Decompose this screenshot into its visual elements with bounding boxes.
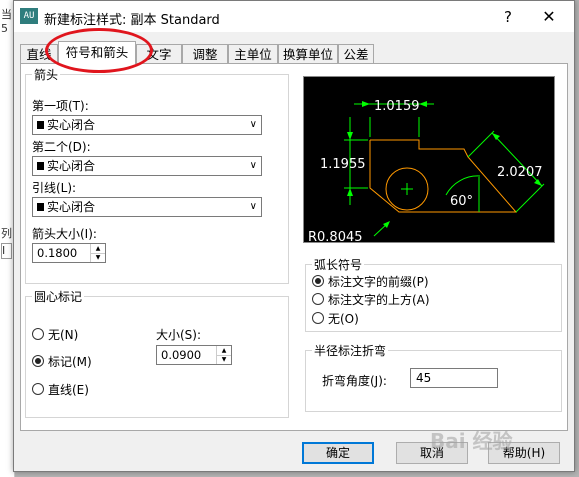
center-none-label: 无(N) (48, 328, 79, 342)
chevron-down-icon: ∨ (249, 201, 257, 212)
center-line-label: 直线(E) (48, 383, 89, 397)
dim-text-slant: 2.0207 (497, 165, 543, 180)
part-outline (369, 139, 518, 213)
leader-arrow-value: 实心闭合 (47, 200, 96, 214)
dim-text-top: 1.0159 (374, 99, 420, 114)
arrow-swatch-icon (37, 162, 44, 170)
arrow-icon (534, 179, 542, 186)
group-title: 弧长符号 (312, 256, 365, 273)
dim-text-radius: R0.8045 (308, 230, 363, 243)
second-arrow-label: 第二个(D): (32, 140, 91, 154)
preview-canvas: 1.0159 1.1955 2.0207 60° R0.8045 (303, 76, 555, 243)
arrow-icon (347, 132, 353, 140)
watermark: Bai 经验 (430, 429, 513, 453)
arrow-icon (362, 101, 370, 107)
arc-above-label: 标注文字的上方(A) (328, 293, 430, 307)
background-text: 5 (1, 22, 8, 35)
center-none-radio[interactable] (32, 328, 44, 340)
chevron-down-icon: ∨ (249, 160, 257, 171)
center-mark-label: 标记(M) (48, 355, 92, 369)
spin-down-icon[interactable]: ▼ (217, 355, 231, 364)
leader-arrow-label: 引线(L): (32, 181, 77, 195)
annotation-red-circle (45, 28, 153, 73)
arc-above-radio[interactable] (312, 293, 324, 305)
preview-drawing: 1.0159 1.1955 2.0207 60° R0.8045 (308, 99, 545, 243)
second-arrow-value: 实心闭合 (47, 159, 96, 173)
spinner-buttons: ▲ ▼ (216, 346, 231, 364)
group-title: 箭头 (32, 66, 61, 83)
group-title: 半径标注折弯 (312, 342, 389, 359)
first-arrow-dropdown[interactable]: 实心闭合 ∨ (32, 115, 262, 135)
arrow-size-label: 箭头大小(I): (32, 227, 97, 241)
arc-none-radio[interactable] (312, 312, 324, 324)
group-title: 圆心标记 (32, 288, 85, 305)
dialog-title: 新建标注样式: 副本 Standard (44, 13, 220, 28)
center-size-value: 0.0900 (161, 348, 202, 362)
background-text: 当 (1, 8, 12, 21)
tab-fit[interactable]: 调整 (182, 44, 228, 63)
chevron-down-icon: ∨ (249, 119, 257, 130)
help-question-icon[interactable]: ? (497, 6, 519, 28)
arrowheads-group: 箭头 第一项(T): 实心闭合 ∨ 第二个(D): 实心闭合 ∨ 引线(L): … (25, 66, 289, 284)
autocad-app-icon: AU (20, 8, 38, 24)
dim-text-left: 1.1955 (320, 157, 366, 172)
spinner-buttons: ▲ ▼ (90, 244, 105, 262)
close-icon[interactable]: ✕ (536, 6, 562, 28)
arrow-icon (419, 101, 427, 107)
arrow-swatch-icon (37, 121, 44, 129)
radius-jog-group: 半径标注折弯 折弯角度(J): 45 (305, 342, 562, 412)
arrow-icon (347, 188, 353, 196)
arc-length-group: 弧长符号 标注文字的前缀(P) 标注文字的上方(A) 无(O) (305, 256, 562, 332)
arrow-swatch-icon (37, 203, 44, 211)
jog-angle-label: 折弯角度(J): (322, 374, 387, 388)
arc-prefix-label: 标注文字的前缀(P) (328, 275, 429, 289)
tab-alternate-units[interactable]: 换算单位 (278, 44, 338, 63)
arrow-size-value: 0.1800 (37, 246, 78, 260)
arrow-size-spinner[interactable]: 0.1800 ▲ ▼ (32, 243, 106, 263)
arc-prefix-radio[interactable] (312, 275, 324, 287)
first-arrow-value: 实心闭合 (47, 118, 96, 132)
spin-down-icon[interactable]: ▼ (91, 253, 105, 262)
center-size-spinner[interactable]: 0.0900 ▲ ▼ (156, 345, 232, 365)
background-text: I (1, 243, 12, 259)
tab-primary-units[interactable]: 主单位 (228, 44, 278, 63)
leader-arrow-dropdown[interactable]: 实心闭合 ∨ (32, 197, 262, 217)
dim-text-angle: 60° (450, 194, 473, 209)
tab-tolerances[interactable]: 公差 (338, 44, 374, 63)
arc-none-label: 无(O) (328, 312, 359, 326)
jog-angle-input[interactable]: 45 (410, 368, 498, 388)
center-size-label: 大小(S): (156, 328, 202, 342)
ok-button[interactable]: 确定 (302, 442, 374, 464)
center-line-radio[interactable] (32, 383, 44, 395)
angle-arc (445, 175, 481, 196)
arrow-icon (492, 133, 500, 140)
first-arrow-label: 第一项(T): (32, 99, 89, 113)
background-text: 列 (1, 227, 12, 240)
center-mark-radio[interactable] (32, 355, 44, 367)
center-marks-group: 圆心标记 无(N) 标记(M) 直线(E) 大小(S): 0.0900 ▲ ▼ (25, 288, 289, 418)
second-arrow-dropdown[interactable]: 实心闭合 ∨ (32, 156, 262, 176)
